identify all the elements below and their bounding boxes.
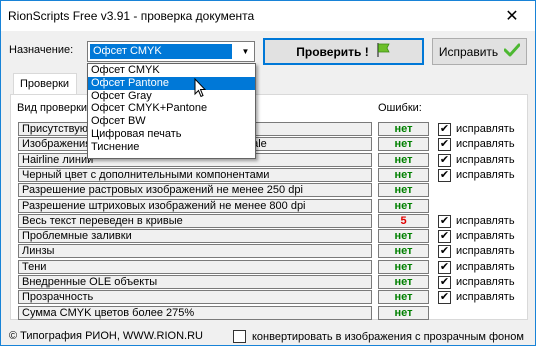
fix-checkbox[interactable]: ✔ исправлять	[438, 214, 515, 228]
check-row-label: Сумма CMYK цветов более 275%	[18, 306, 372, 320]
fix-checkbox-box[interactable]: ✔	[438, 122, 451, 136]
purpose-label: Назначение:	[9, 44, 74, 56]
check-row-result: нет	[378, 122, 429, 136]
purpose-dropdown-list: Офсет CMYK Офсет Pantone Офсет Gray Офсет C…	[87, 63, 256, 159]
check-row-result: нет	[378, 244, 429, 258]
check-row-result: нет	[378, 199, 429, 213]
dropdown-option[interactable]: Цифровая печать	[88, 128, 255, 141]
check-row-result: нет	[378, 260, 429, 274]
check-button[interactable]: Проверить !	[263, 38, 424, 65]
fix-checkbox-box[interactable]: ✔	[438, 260, 451, 274]
dropdown-option[interactable]: Офсет Pantone	[88, 76, 255, 90]
check-row-label: Тени	[18, 260, 372, 274]
fix-checkbox-box[interactable]: ✔	[438, 244, 451, 258]
fix-checkbox[interactable]: ✔ исправлять	[438, 122, 515, 136]
fix-checkbox-label: исправлять	[456, 154, 515, 166]
chevron-down-icon[interactable]: ▼	[237, 42, 254, 61]
fix-checkbox-label: исправлять	[456, 261, 515, 273]
fix-checkbox-box[interactable]: ✔	[438, 153, 451, 167]
convert-checkbox-label: конвертировать в изображения с прозрачны…	[252, 330, 524, 343]
checkmark-icon	[503, 43, 521, 60]
check-row-label: Линзы	[18, 244, 372, 258]
fix-checkbox-label: исправлять	[456, 123, 515, 135]
fix-checkbox-label: исправлять	[456, 230, 515, 242]
fix-checkbox-label: исправлять	[456, 215, 515, 227]
fix-checkbox[interactable]: ✔ исправлять	[438, 137, 515, 151]
fix-checkbox-box[interactable]: ✔	[438, 229, 451, 243]
title-bar: RionScripts Free v3.91 - проверка докуме…	[1, 1, 535, 31]
mouse-cursor-icon	[194, 77, 207, 101]
convert-checkbox[interactable]: конвертировать в изображения с прозрачны…	[233, 330, 524, 343]
fix-checkbox-label: исправлять	[456, 169, 515, 181]
check-row-result: нет	[378, 290, 429, 304]
check-row-result: нет	[378, 275, 429, 289]
dropdown-option[interactable]: Офсет BW	[88, 115, 255, 128]
fix-checkbox-box[interactable]: ✔	[438, 275, 451, 289]
dropdown-option[interactable]: Офсет CMYK	[88, 64, 255, 77]
check-row-result: 5	[378, 214, 429, 228]
fix-checkbox[interactable]: ✔ исправлять	[438, 168, 515, 182]
fix-checkbox[interactable]: ✔ исправлять	[438, 244, 515, 258]
close-button[interactable]: ✕	[489, 1, 535, 31]
fix-checkbox[interactable]: ✔ исправлять	[438, 290, 515, 304]
check-row-label: Внедренные OLE объекты	[18, 275, 372, 289]
window-title: RionScripts Free v3.91 - проверка докуме…	[8, 9, 255, 23]
dropdown-option[interactable]: Офсет CMYK+Pantone	[88, 102, 255, 115]
app-window: RionScripts Free v3.91 - проверка докуме…	[0, 0, 536, 346]
fix-checkbox-box[interactable]: ✔	[438, 137, 451, 151]
check-row-result: нет	[378, 183, 429, 197]
copyright-text: © Типография РИОН, WWW.RION.RU	[9, 330, 203, 342]
check-row-result: нет	[378, 137, 429, 151]
check-row-label: Черный цвет с дополнительными компонента…	[18, 168, 372, 182]
fix-checkbox-label: исправлять	[456, 245, 515, 257]
fix-checkbox-label: исправлять	[456, 138, 515, 150]
fix-checkbox[interactable]: ✔ исправлять	[438, 275, 515, 289]
check-button-label: Проверить !	[296, 44, 369, 59]
check-row-label: Проблемные заливки	[18, 229, 372, 243]
check-row-label: Весь текст переведен в кривые	[18, 214, 372, 228]
purpose-select[interactable]: Офсет CMYK ▼	[87, 41, 255, 62]
purpose-select-value: Офсет CMYK	[89, 43, 233, 60]
convert-checkbox-box[interactable]	[233, 330, 246, 343]
fix-checkbox[interactable]: ✔ исправлять	[438, 229, 515, 243]
check-row-label: Прозрачность	[18, 290, 372, 304]
fix-checkbox-label: исправлять	[456, 276, 515, 288]
fix-checkbox-label: исправлять	[456, 291, 515, 303]
fix-button[interactable]: Исправить	[432, 38, 527, 65]
check-row-result: нет	[378, 153, 429, 167]
check-row-result: нет	[378, 229, 429, 243]
fix-checkbox[interactable]: ✔ исправлять	[438, 260, 515, 274]
check-row-result: нет	[378, 306, 429, 320]
check-row-label: Разрешение растровых изображений не мене…	[18, 183, 372, 197]
fix-checkbox-box[interactable]: ✔	[438, 168, 451, 182]
tab-checks-label: Проверки	[20, 78, 70, 90]
tab-checks[interactable]: Проверки	[13, 73, 77, 95]
checks-header: Вид проверки	[17, 102, 88, 114]
fix-button-label: Исправить	[438, 44, 499, 59]
check-row-label: Разрешение штриховых изображений не мене…	[18, 199, 372, 213]
fix-checkbox-box[interactable]: ✔	[438, 290, 451, 304]
fix-checkbox-box[interactable]: ✔	[438, 214, 451, 228]
fix-checkbox[interactable]: ✔ исправлять	[438, 153, 515, 167]
flag-icon	[375, 42, 391, 61]
dropdown-option[interactable]: Тиснение	[88, 141, 255, 154]
errors-header: Ошибки:	[378, 102, 422, 114]
check-row-result: нет	[378, 168, 429, 182]
dropdown-option[interactable]: Офсет Gray	[88, 90, 255, 103]
